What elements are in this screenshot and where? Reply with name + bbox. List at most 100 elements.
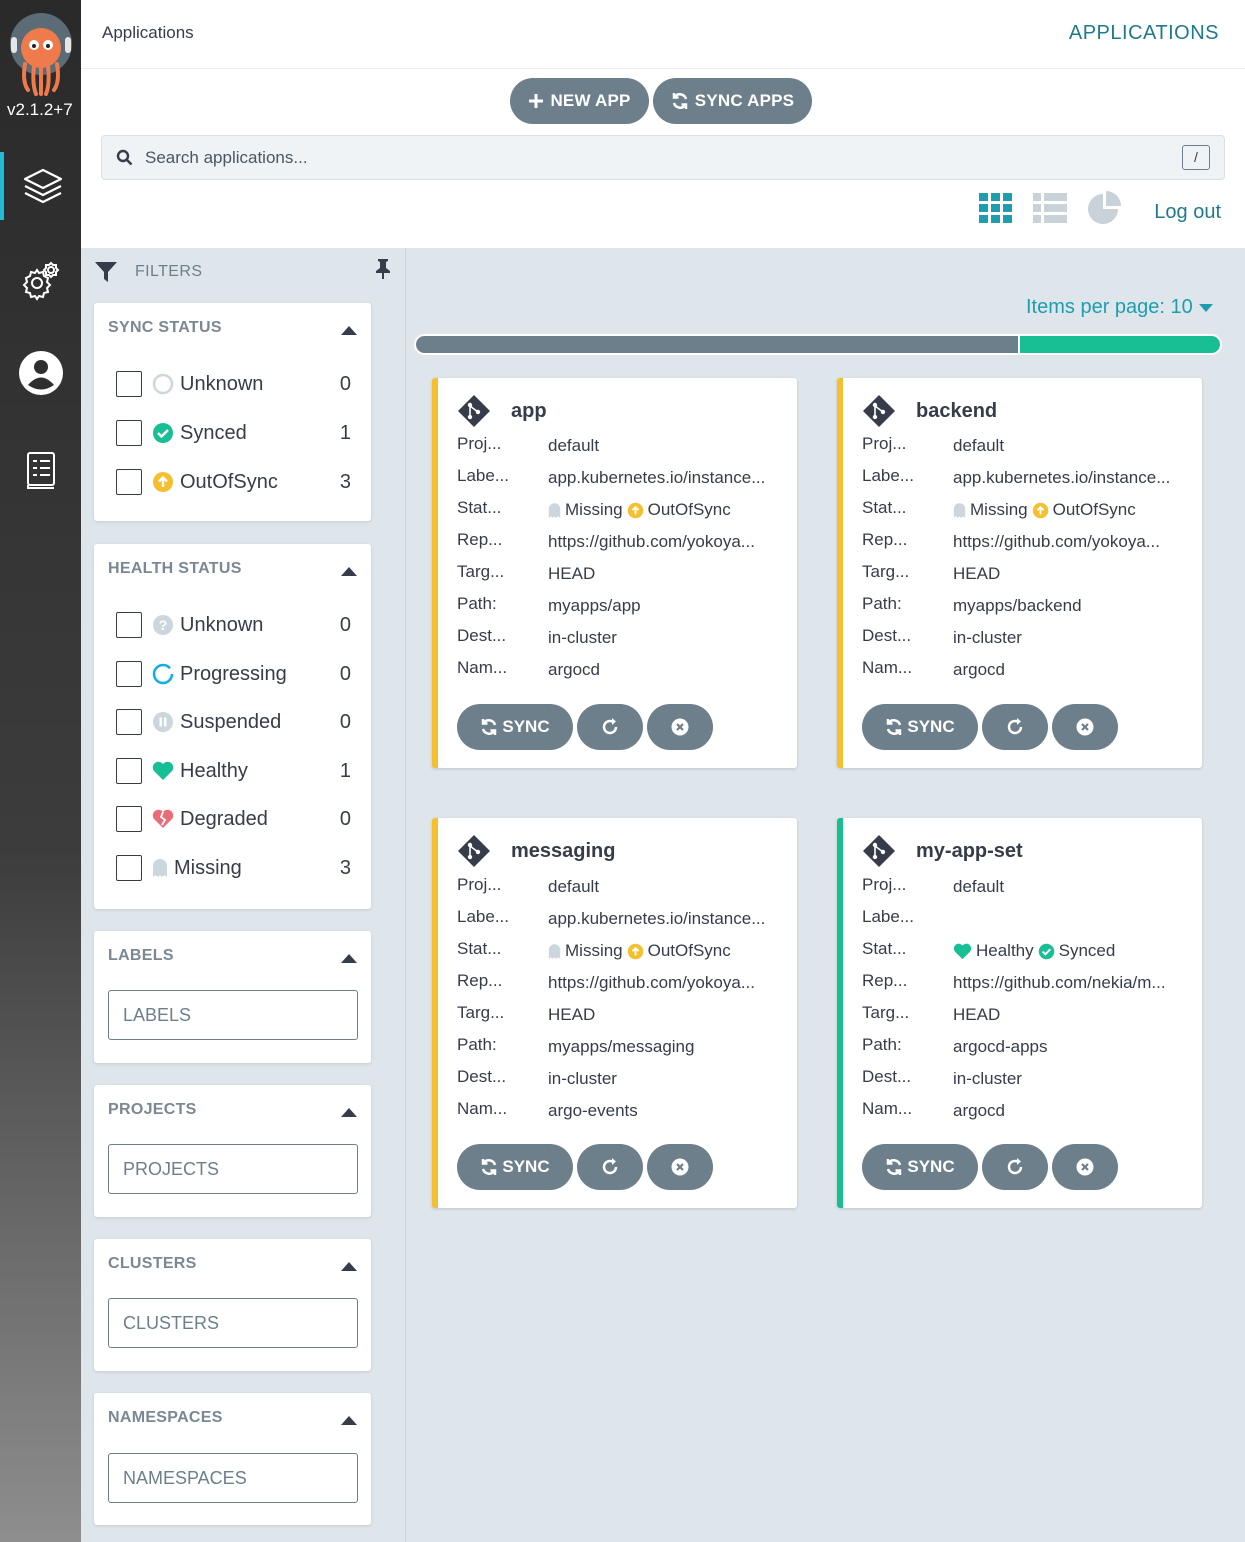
checkbox[interactable] [116,661,142,687]
field-namespace: argocd [953,660,1005,679]
delete-button[interactable] [1052,704,1118,750]
filter-health-missing[interactable]: Missing 3 [116,854,351,882]
namespaces-input[interactable]: NAMESPACES [108,1453,358,1503]
breadcrumb[interactable]: Applications [102,23,194,43]
sync-button[interactable]: SYNC [862,704,978,750]
app-card[interactable]: messaging Proj... default Labe... app.kube… [432,818,797,1208]
labels-input[interactable]: LABELS [108,990,358,1040]
app-name[interactable]: app [511,400,547,423]
search-bar[interactable]: / [101,135,1225,180]
field-key-path: Path: [457,594,497,613]
sync-apps-button[interactable]: SYNC APPS [653,78,812,124]
health-status-panel: HEALTH STATUS ? Unknown 0 Progressing 0 … [94,544,371,909]
checkbox[interactable] [116,758,142,784]
sync-button[interactable]: SYNC [457,704,573,750]
field-key-repo: Rep... [862,530,908,549]
checkbox[interactable] [116,371,142,397]
nav-applications[interactable] [0,152,81,220]
refresh-button[interactable] [577,704,643,750]
tiles-view-icon[interactable] [979,193,1013,223]
app-name[interactable]: my-app-set [916,840,1023,863]
app-card[interactable]: app Proj... default Labe... app.kubernetes… [432,378,797,768]
delete-button[interactable] [647,704,713,750]
refresh-button[interactable] [982,704,1048,750]
pin-icon[interactable] [375,258,391,280]
question-circle-icon: ? [153,615,173,635]
checkbox[interactable] [116,855,142,881]
delete-button[interactable] [647,1144,713,1190]
checkbox[interactable] [116,420,142,446]
new-app-label: NEW APP [550,91,631,110]
nav-settings[interactable] [0,246,81,314]
field-key-status: Stat... [862,498,907,517]
filter-health-suspended[interactable]: Suspended 0 [116,708,351,736]
filter-health-unknown[interactable]: ? Unknown 0 [116,611,351,639]
projects-input[interactable]: PROJECTS [108,1144,358,1194]
heart-icon [953,943,972,959]
health-status-text: Missing [565,941,623,960]
checkbox[interactable] [116,806,142,832]
check-circle-icon [1038,943,1054,959]
collapse-caret-icon[interactable] [341,1416,357,1425]
checkbox[interactable] [116,709,142,735]
checkbox[interactable] [116,469,142,495]
items-per-page-dropdown[interactable]: Items per page: 10 [1026,296,1213,319]
logout-link[interactable]: Log out [1154,201,1221,224]
projects-title: PROJECTS [108,1101,197,1118]
collapse-caret-icon[interactable] [341,1108,357,1117]
field-key-target: Targ... [862,1003,910,1022]
collapse-caret-icon[interactable] [341,1262,357,1271]
filter-sync-unknown[interactable]: Unknown 0 [116,370,351,398]
sync-icon [672,93,688,109]
field-key-project: Proj... [457,434,502,453]
field-key-target: Targ... [457,1003,505,1022]
git-icon [863,395,895,427]
field-dest: in-cluster [953,1069,1022,1088]
field-repo: https://github.com/nekia/m... [953,973,1166,992]
checkbox[interactable] [116,612,142,638]
nav-docs[interactable] [0,436,81,504]
filter-sync-outofsync[interactable]: OutOfSync 3 [116,468,351,496]
field-key-dest: Dest... [457,1067,507,1086]
pie-chart-view-icon[interactable] [1087,191,1123,225]
filter-health-progressing[interactable]: Progressing 0 [116,660,351,688]
git-icon [458,835,490,867]
collapse-caret-icon[interactable] [341,326,357,335]
filter-health-healthy[interactable]: Healthy 1 [116,757,351,785]
collapse-caret-icon[interactable] [341,567,357,576]
clusters-input[interactable]: CLUSTERS [108,1298,358,1348]
refresh-button[interactable] [982,1144,1048,1190]
delete-button[interactable] [1052,1144,1118,1190]
sync-icon [887,1159,902,1175]
layers-icon [23,168,62,204]
search-shortcut-key: / [1182,145,1210,170]
sync-button[interactable]: SYNC [862,1144,978,1190]
left-nav: v2.1.2+7 [0,0,81,1542]
status-bar-synced-segment[interactable] [1019,336,1220,353]
namespaces-title: NAMESPACES [108,1409,223,1426]
field-target: HEAD [953,1005,1001,1024]
filter-count: 0 [339,807,351,830]
status-bar-outofsync-segment[interactable] [416,336,1018,353]
search-input[interactable] [145,147,1145,168]
field-key-dest: Dest... [862,626,912,645]
app-name[interactable]: messaging [511,840,615,863]
refresh-button[interactable] [577,1144,643,1190]
collapse-caret-icon[interactable] [341,954,357,963]
nav-user-info[interactable] [0,339,81,407]
argo-logo-icon[interactable] [8,12,74,96]
app-card[interactable]: my-app-set Proj... default Labe... Stat..… [837,818,1202,1208]
toolbar: NEW APP SYNC APPS / Log out [81,69,1245,248]
filter-count: 1 [339,759,351,782]
filter-sync-synced[interactable]: Synced 1 [116,419,351,447]
filter-health-degraded[interactable]: Degraded 0 [116,805,351,833]
app-name[interactable]: backend [916,400,997,423]
field-key-target: Targ... [862,562,910,581]
app-card[interactable]: backend Proj... default Labe... app.kubern… [837,378,1202,768]
new-app-button[interactable]: NEW APP [510,78,649,124]
gear-icon [22,261,59,301]
sync-button[interactable]: SYNC [457,1144,573,1190]
top-bar: Applications APPLICATIONS [81,0,1245,69]
list-view-icon[interactable] [1033,193,1067,223]
field-key-repo: Rep... [457,530,503,549]
